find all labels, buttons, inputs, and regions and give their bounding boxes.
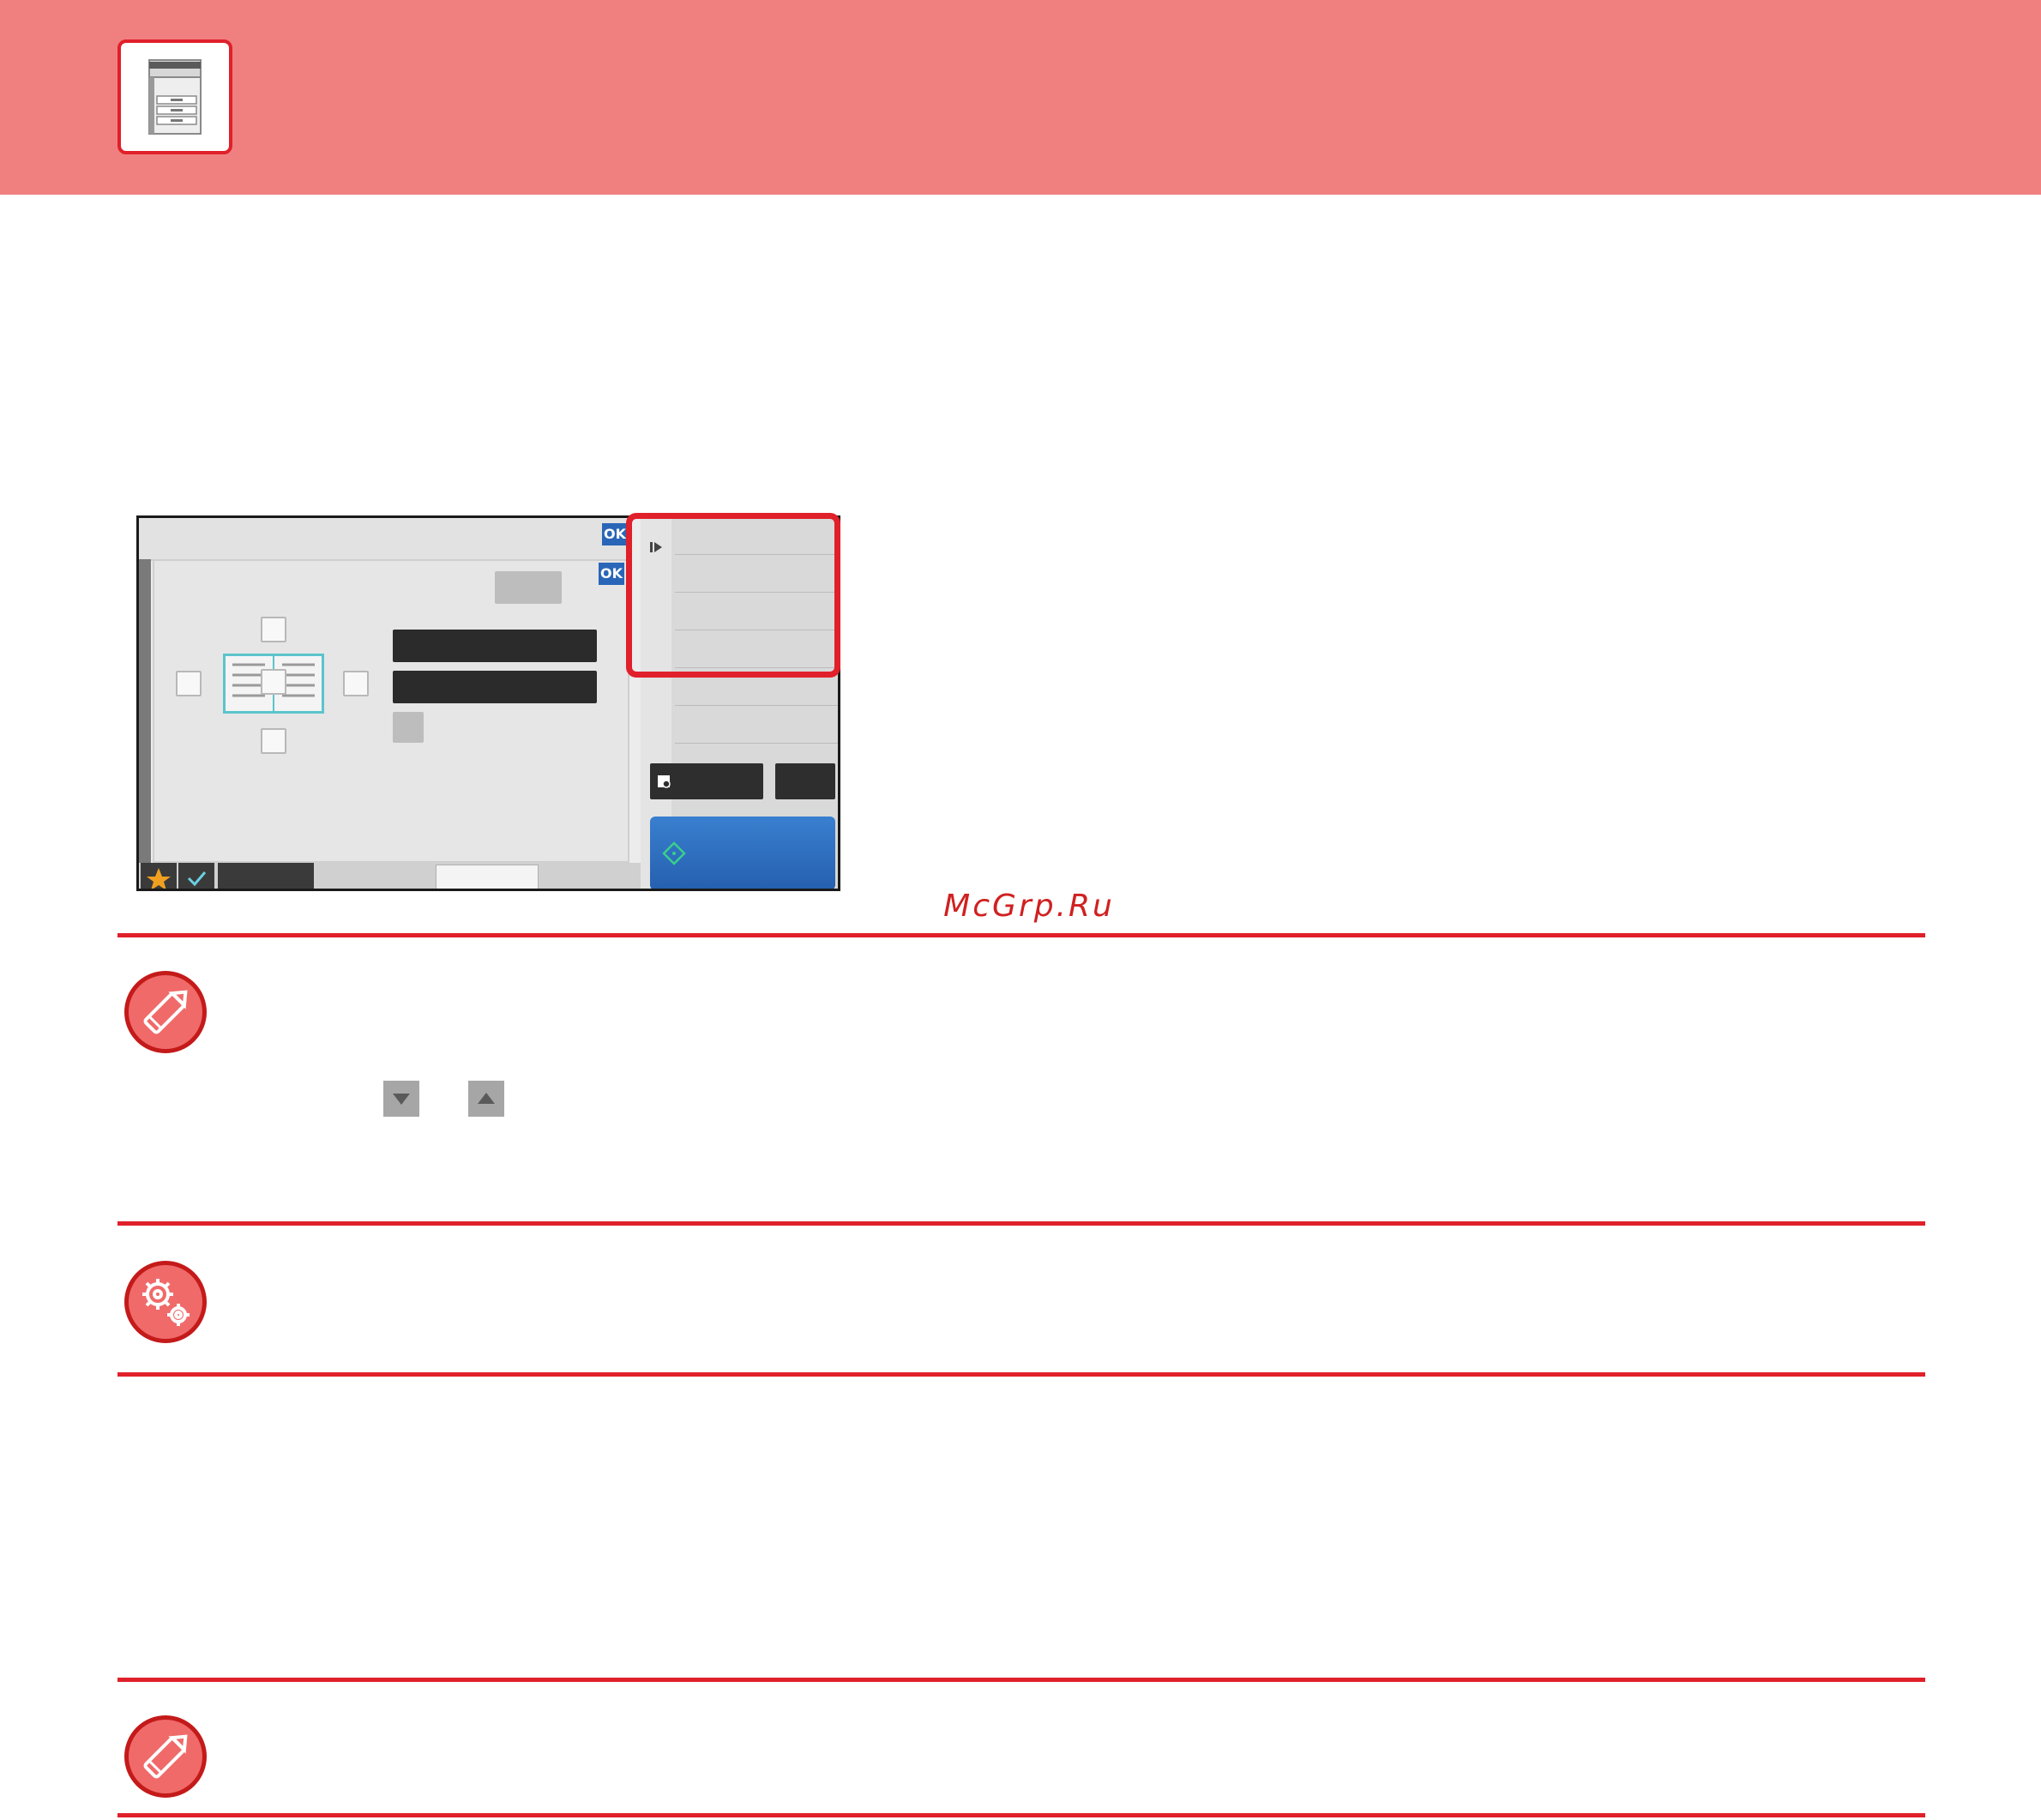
bottom-bar-button[interactable] xyxy=(218,863,314,889)
setting-bar-2[interactable] xyxy=(393,671,597,703)
gears-settings-icon xyxy=(124,1261,207,1343)
preview-button[interactable] xyxy=(650,763,763,799)
secondary-dark-button[interactable] xyxy=(775,763,835,799)
section-rule xyxy=(117,1813,1925,1817)
setting-bar-1[interactable] xyxy=(393,630,597,662)
header-band xyxy=(0,0,2041,195)
shift-center-checkbox[interactable] xyxy=(261,669,286,695)
ok-button-dialog[interactable]: OK xyxy=(599,563,624,585)
watermark-text: McGrp.Ru xyxy=(943,889,1115,924)
shift-left-checkbox[interactable] xyxy=(176,671,202,696)
shift-up-checkbox[interactable] xyxy=(261,617,286,642)
section-rule xyxy=(117,1678,1925,1682)
panel-top-bar xyxy=(139,518,628,561)
shift-right-checkbox[interactable] xyxy=(343,671,369,696)
copier-machine-icon xyxy=(117,39,232,154)
action-row-divider xyxy=(675,743,838,744)
dialog-gray-button[interactable] xyxy=(495,571,562,604)
action-row-divider xyxy=(675,705,838,706)
small-gray-button[interactable] xyxy=(393,712,424,743)
pencil-note-icon xyxy=(124,1715,207,1798)
check-icon[interactable] xyxy=(178,863,214,889)
panel-left-strip xyxy=(139,559,151,885)
section-rule xyxy=(117,1221,1925,1226)
start-button[interactable] xyxy=(650,817,835,889)
pencil-note-icon xyxy=(124,971,207,1053)
triangle-down-icon xyxy=(383,1081,419,1117)
action-panel-highlight xyxy=(626,513,840,678)
section-rule xyxy=(117,933,1925,937)
triangle-up-icon xyxy=(468,1081,504,1117)
section-rule xyxy=(117,1372,1925,1377)
ok-button-top[interactable]: OK xyxy=(602,523,628,545)
star-icon[interactable] xyxy=(141,863,177,889)
job-status-indicator xyxy=(436,865,539,889)
shift-down-checkbox[interactable] xyxy=(261,728,286,754)
